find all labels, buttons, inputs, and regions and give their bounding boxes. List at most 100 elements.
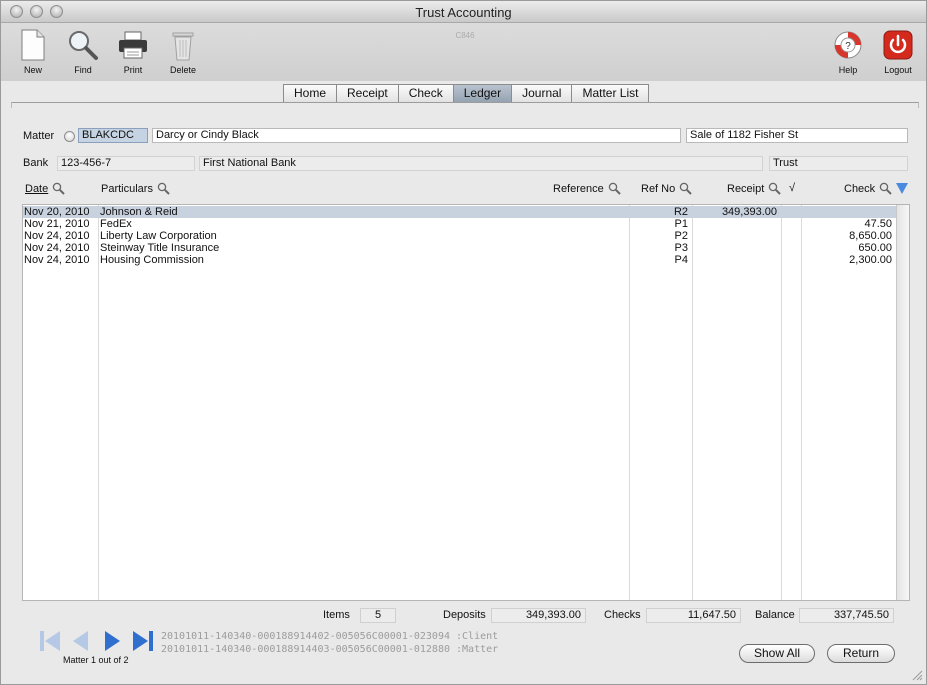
- row-particulars: Johnson & Reid: [100, 206, 178, 218]
- checks-total: 11,647.50: [646, 608, 741, 623]
- checks-label: Checks: [604, 609, 641, 621]
- tab-journal[interactable]: Journal: [511, 84, 572, 103]
- matter-radio[interactable]: [64, 131, 75, 142]
- help-button[interactable]: ? Help: [826, 27, 870, 75]
- check-header-label: Check: [844, 182, 876, 195]
- print-button[interactable]: Print: [111, 27, 155, 75]
- bank-label: Bank: [23, 157, 49, 169]
- record-ids: 20101011-140340-000188914402-005056C0000…: [161, 630, 498, 656]
- next-record-icon[interactable]: [103, 630, 123, 652]
- find-button[interactable]: Find: [61, 27, 105, 75]
- reference-header-label: Reference: [553, 182, 604, 195]
- deposits-total: 349,393.00: [491, 608, 586, 623]
- bank-name-field: First National Bank: [199, 156, 763, 171]
- matter-record-id: 20101011-140340-000188914403-005056C0000…: [161, 644, 499, 655]
- row-particulars: FedEx: [100, 218, 132, 230]
- check-column-header[interactable]: Check: [844, 182, 909, 195]
- row-ref-no: P4: [674, 254, 688, 266]
- print-label: Print: [123, 65, 143, 75]
- vertical-scrollbar[interactable]: [896, 205, 909, 600]
- tab-bar: Home Receipt Check Ledger Journal Matter…: [283, 84, 650, 103]
- new-label: New: [23, 65, 42, 75]
- ledger-row[interactable]: Nov 24, 2010 Steinway Title Insurance P3…: [23, 242, 897, 254]
- row-particulars: Steinway Title Insurance: [100, 242, 220, 254]
- row-particulars: Housing Commission: [100, 254, 204, 266]
- first-record-icon[interactable]: [38, 630, 62, 652]
- row-date: Nov 21, 2010: [24, 218, 90, 230]
- reference-column-header[interactable]: Reference: [553, 182, 621, 195]
- matter-description-field[interactable]: Sale of 1182 Fisher St: [686, 128, 908, 143]
- ledger-list: Nov 20, 2010 Johnson & Reid R2 349,393.0…: [22, 204, 910, 601]
- row-receipt: 349,393.00: [721, 206, 777, 218]
- row-ref-no: R2: [673, 206, 688, 218]
- row-ref-no: P3: [674, 242, 688, 254]
- help-label: Help: [838, 65, 858, 75]
- previous-record-icon[interactable]: [70, 630, 90, 652]
- app-window: Trust Accounting New Find Print Delete C…: [0, 0, 927, 685]
- logout-button[interactable]: Logout: [876, 27, 920, 75]
- power-icon: [883, 30, 913, 60]
- show-all-button[interactable]: Show All: [739, 644, 815, 663]
- receipt-header-label: Receipt: [727, 182, 765, 195]
- delete-button[interactable]: Delete: [161, 27, 205, 75]
- balance-label: Balance: [755, 609, 795, 621]
- title-bar: Trust Accounting: [1, 1, 926, 23]
- row-check: 8,650.00: [849, 230, 892, 242]
- tab-home[interactable]: Home: [283, 84, 337, 103]
- ledger-row[interactable]: Nov 20, 2010 Johnson & Reid R2 349,393.0…: [23, 206, 897, 218]
- receipt-column-header[interactable]: Receipt: [727, 182, 782, 195]
- row-ref-no: P1: [674, 218, 688, 230]
- matter-count: Matter 1 out of 2: [63, 655, 129, 665]
- new-button[interactable]: New: [11, 27, 55, 75]
- particulars-column-header[interactable]: Particulars: [101, 182, 170, 195]
- row-check: 47.50: [864, 218, 892, 230]
- ledger-row[interactable]: Nov 24, 2010 Housing Commission P4 2,300…: [23, 254, 897, 266]
- trash-icon: [172, 32, 194, 61]
- printer-icon: [119, 31, 147, 59]
- row-particulars: Liberty Law Corporation: [100, 230, 217, 242]
- sort-down-icon[interactable]: [896, 183, 909, 194]
- resize-grip-icon[interactable]: [911, 669, 923, 681]
- ref-no-column-header[interactable]: Ref No: [641, 182, 692, 195]
- magnifier-icon[interactable]: [768, 182, 782, 195]
- logout-label: Logout: [884, 65, 912, 75]
- toolbar: New Find Print Delete C846 ? Help Logout: [1, 23, 926, 81]
- bank-type-field: Trust: [769, 156, 908, 171]
- return-button[interactable]: Return: [827, 644, 895, 663]
- row-date: Nov 24, 2010: [24, 230, 90, 242]
- deposits-label: Deposits: [443, 609, 486, 621]
- row-check: 650.00: [858, 242, 892, 254]
- magnifier-icon[interactable]: [879, 182, 892, 195]
- find-label: Find: [74, 65, 92, 75]
- client-name-field[interactable]: Darcy or Cindy Black: [152, 128, 681, 143]
- tab-ledger[interactable]: Ledger: [452, 84, 512, 103]
- balance-total: 337,745.50: [799, 608, 894, 623]
- row-date: Nov 24, 2010: [24, 254, 90, 266]
- screen-code: C846: [455, 31, 475, 40]
- ledger-row[interactable]: Nov 21, 2010 FedEx P1 47.50: [23, 218, 897, 230]
- matter-code-field[interactable]: BLAKCDC: [78, 128, 148, 143]
- magnifier-icon[interactable]: [608, 182, 621, 195]
- new-document-icon: [21, 29, 45, 61]
- lifebuoy-help-icon: ?: [834, 31, 862, 59]
- cleared-header-label: √: [789, 182, 796, 194]
- delete-label: Delete: [169, 65, 196, 75]
- magnifier-icon[interactable]: [157, 182, 170, 195]
- particulars-header-label: Particulars: [101, 182, 153, 195]
- last-record-icon[interactable]: [131, 630, 157, 652]
- tab-receipt[interactable]: Receipt: [336, 84, 398, 103]
- date-column-header[interactable]: Date: [25, 182, 65, 195]
- tab-check[interactable]: Check: [397, 84, 453, 103]
- svg-text:?: ?: [845, 41, 851, 52]
- date-header-label: Date: [25, 182, 49, 195]
- magnifier-icon[interactable]: [679, 182, 692, 195]
- row-date: Nov 24, 2010: [24, 242, 90, 254]
- magnifier-icon[interactable]: [52, 182, 65, 195]
- row-date: Nov 20, 2010: [24, 206, 90, 218]
- row-ref-no: P2: [674, 230, 688, 242]
- cleared-column-header[interactable]: √: [789, 182, 795, 194]
- ref-no-header-label: Ref No: [641, 182, 676, 195]
- bank-account-field: 123-456-7: [57, 156, 195, 171]
- ledger-row[interactable]: Nov 24, 2010 Liberty Law Corporation P2 …: [23, 230, 897, 242]
- tab-matter-list[interactable]: Matter List: [571, 84, 650, 103]
